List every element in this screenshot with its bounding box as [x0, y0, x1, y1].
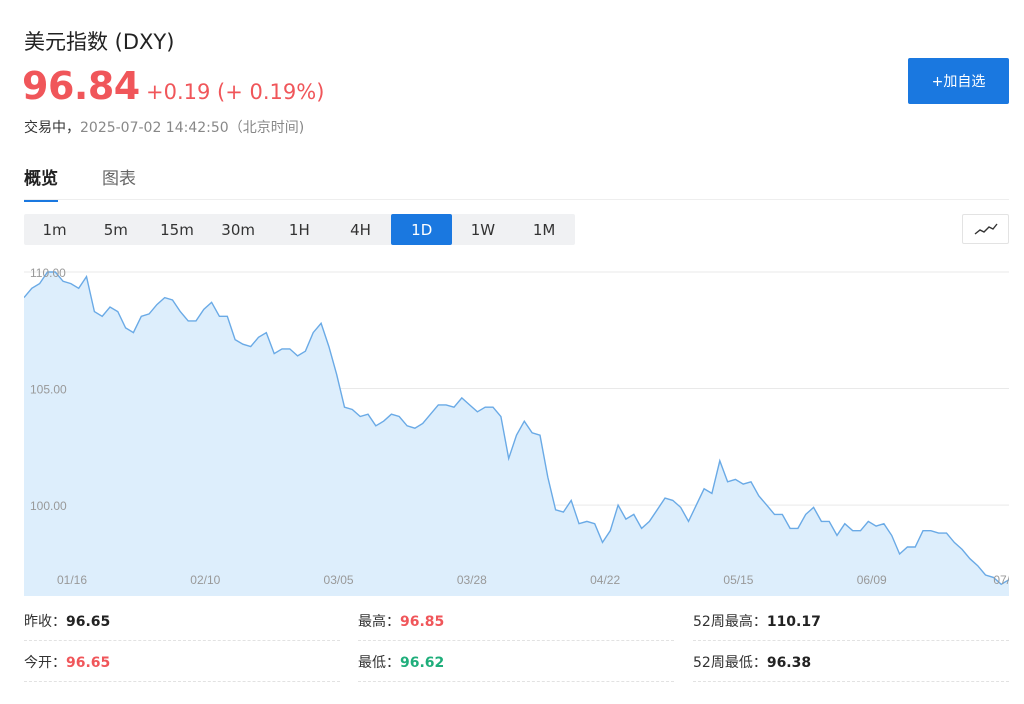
period-1mo[interactable]: 1M: [514, 214, 575, 245]
period-1h[interactable]: 1H: [269, 214, 330, 245]
tabs-divider: [24, 199, 1009, 200]
line-chart-icon: [974, 223, 998, 235]
price-chart[interactable]: 110.00 105.00 100.00 01/16 02/10 03/05 03/28 0…: [24, 258, 1009, 596]
period-1d[interactable]: 1D: [391, 214, 453, 245]
y-tick-label: 105.00: [30, 383, 67, 397]
stat-52w-low: 52周最低：96.38: [693, 644, 1009, 682]
period-1w[interactable]: 1W: [452, 214, 513, 245]
x-tick-label: 02/10: [190, 573, 220, 587]
stat-52w-high: 52周最高：110.17: [693, 603, 1009, 641]
x-tick-label: 07/0: [993, 573, 1009, 587]
tab-chart[interactable]: 图表: [102, 164, 136, 202]
trading-status: 交易中，2025-07-02 14:42:50（北京时间): [24, 117, 304, 137]
stat-value: 96.65: [66, 655, 111, 671]
period-5m[interactable]: 5m: [85, 214, 146, 245]
period-selector: 1m 5m 15m 30m 1H 4H 1D 1W 1M: [24, 214, 575, 245]
current-price: 96.84: [22, 64, 140, 108]
y-tick-label: 100.00: [30, 499, 67, 513]
tab-bar: 概览 图表: [24, 164, 136, 202]
x-tick-label: 01/16: [57, 573, 87, 587]
timestamp: 2025-07-02 14:42:50（北京时间): [80, 120, 305, 136]
add-to-watchlist-button[interactable]: +加自选: [908, 58, 1009, 104]
status-label: 交易中，: [24, 120, 80, 136]
stat-value: 96.85: [400, 614, 445, 630]
stat-low: 最低：96.62: [358, 644, 674, 682]
x-tick-label: 05/15: [723, 573, 753, 587]
page-title: 美元指数 (DXY): [24, 30, 175, 54]
tab-overview[interactable]: 概览: [24, 164, 58, 202]
period-15m[interactable]: 15m: [146, 214, 207, 245]
period-4h[interactable]: 4H: [330, 214, 391, 245]
stat-value: 96.65: [66, 614, 111, 630]
price-change: +0.19 (+ 0.19%): [146, 80, 325, 104]
stat-value: 96.62: [400, 655, 445, 671]
stat-prev-close: 昨收：96.65: [24, 603, 340, 641]
chart-type-button[interactable]: [962, 214, 1009, 244]
x-tick-label: 03/05: [324, 573, 354, 587]
x-tick-label: 04/22: [590, 573, 620, 587]
stat-value: 96.38: [766, 655, 812, 671]
x-tick-label: 06/09: [857, 573, 887, 587]
period-30m[interactable]: 30m: [208, 214, 269, 245]
stat-value: 110.17: [766, 614, 821, 630]
y-tick-label: 110.00: [30, 266, 66, 280]
x-tick-label: 03/28: [457, 573, 487, 587]
period-1m[interactable]: 1m: [24, 214, 85, 245]
stat-open: 今开：96.65: [24, 644, 340, 682]
stat-high: 最高：96.85: [358, 603, 674, 641]
